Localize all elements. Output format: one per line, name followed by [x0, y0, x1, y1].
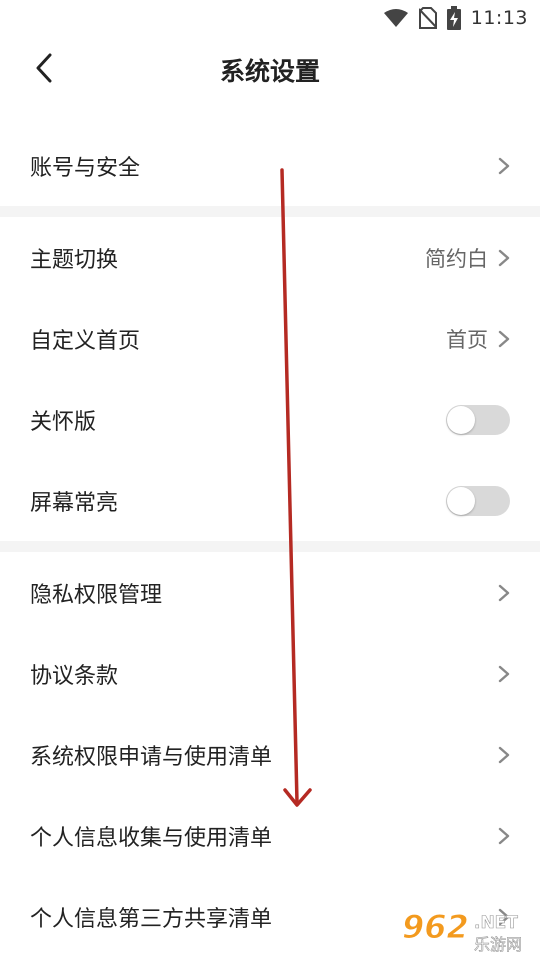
settings-item-screen-always-on: 屏幕常亮 — [0, 460, 540, 541]
status-bar: 11:13 — [0, 0, 540, 36]
settings-item-label: 系统权限申请与使用清单 — [30, 744, 273, 770]
chevron-right-icon — [498, 249, 510, 266]
chevron-right-icon — [498, 746, 510, 763]
watermark-number: 962 — [402, 908, 469, 946]
settings-item-account-security[interactable]: 账号与安全 — [0, 125, 540, 206]
toggle-knob — [447, 405, 475, 434]
wifi-icon — [383, 9, 408, 27]
chevron-right-icon — [498, 157, 510, 174]
settings-item-label: 关怀版 — [30, 409, 97, 435]
section-divider — [0, 541, 540, 552]
battery-charging-icon — [446, 6, 461, 30]
status-icons: 11:13 — [383, 6, 528, 30]
app-header: 系统设置 — [0, 36, 540, 100]
settings-item-system-permission-list[interactable]: 系统权限申请与使用清单 — [0, 714, 540, 795]
page-title: 系统设置 — [219, 57, 320, 86]
status-time: 11:13 — [470, 7, 528, 29]
watermark-suffix: .NET — [474, 913, 518, 933]
toggle-knob — [447, 486, 475, 515]
settings-item-label: 个人信息收集与使用清单 — [30, 825, 273, 851]
settings-item-label: 屏幕常亮 — [30, 490, 119, 516]
chevron-right-icon — [498, 584, 510, 601]
settings-item-personal-info-collection-list[interactable]: 个人信息收集与使用清单 — [0, 795, 540, 876]
chevron-right-icon — [498, 827, 510, 844]
settings-item-label: 主题切换 — [30, 247, 119, 273]
settings-item-privacy-permissions[interactable]: 隐私权限管理 — [0, 552, 540, 633]
no-sim-icon — [418, 7, 437, 29]
settings-item-agreements[interactable]: 协议条款 — [0, 633, 540, 714]
settings-item-value: 首页 — [446, 327, 488, 352]
watermark-logo: 962 .NET 乐游网 — [402, 908, 523, 955]
chevron-right-icon — [498, 665, 510, 682]
chevron-right-icon — [498, 330, 510, 347]
settings-item-theme[interactable]: 主题切换 简约白 — [0, 217, 540, 298]
settings-list: 账号与安全 主题切换 简约白 自定义首页 首页 关怀版 屏幕常亮 隐私权限管理 … — [0, 125, 540, 957]
care-mode-toggle[interactable] — [446, 404, 510, 435]
settings-item-label: 协议条款 — [30, 663, 119, 689]
settings-item-care-mode: 关怀版 — [0, 379, 540, 460]
settings-item-label: 隐私权限管理 — [30, 582, 163, 608]
settings-item-value: 简约白 — [425, 246, 488, 271]
watermark-site-name: 乐游网 — [474, 935, 522, 954]
settings-item-label: 个人信息第三方共享清单 — [30, 906, 273, 932]
screen-always-on-toggle[interactable] — [446, 485, 510, 516]
settings-item-label: 账号与安全 — [30, 155, 141, 181]
settings-item-custom-homepage[interactable]: 自定义首页 首页 — [0, 298, 540, 379]
section-divider — [0, 206, 540, 217]
settings-item-label: 自定义首页 — [30, 328, 141, 354]
